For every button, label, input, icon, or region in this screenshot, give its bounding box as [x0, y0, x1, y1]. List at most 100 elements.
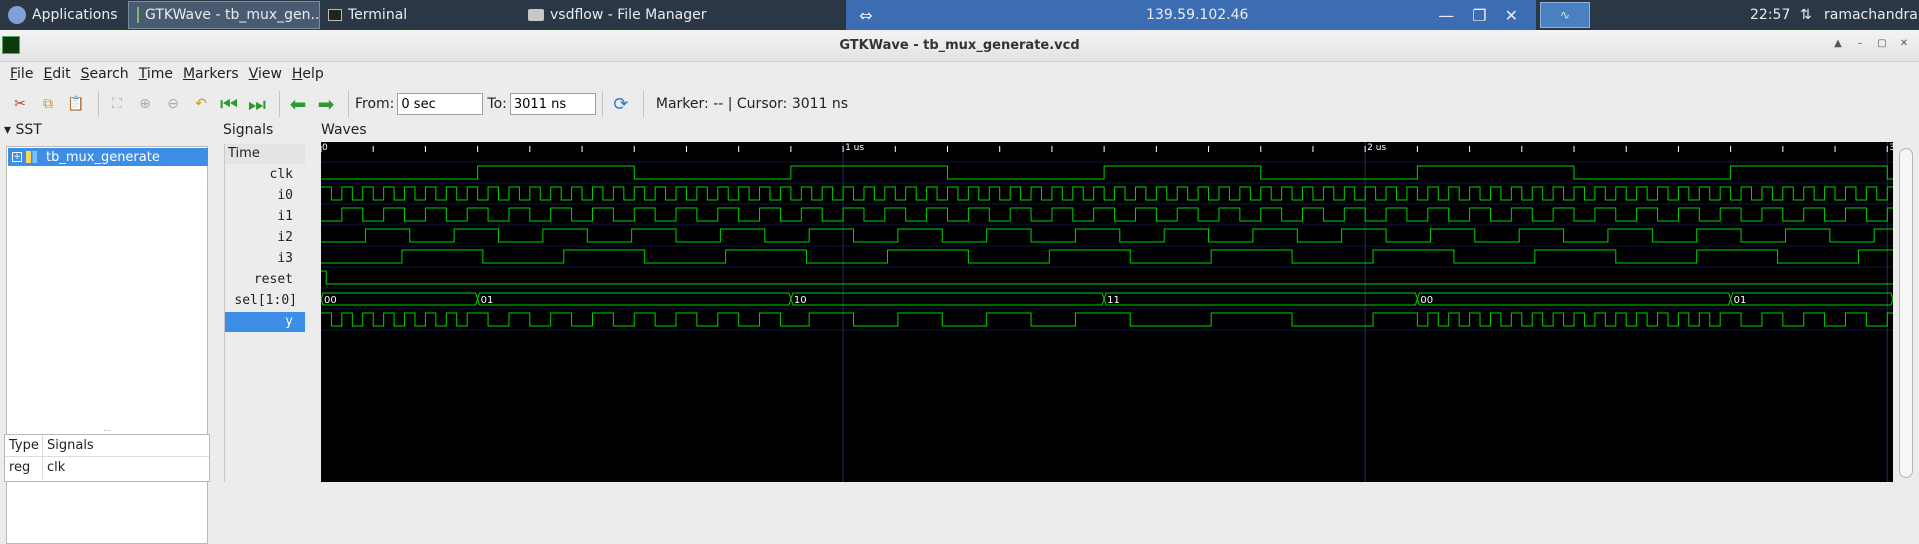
column-header-signals[interactable]: Signals: [43, 435, 94, 456]
waveform-canvas[interactable]: 01 us2 us3 us000110110001: [320, 142, 1909, 482]
zoom-out-icon[interactable]: ⊖: [161, 92, 185, 116]
window-titlebar: GTKWave - tb_mux_generate.vcd ▲ – ▢ ✕: [0, 30, 1919, 62]
signal-row-y[interactable]: y: [225, 312, 305, 332]
menu-time[interactable]: Time: [139, 66, 183, 82]
applications-icon: [8, 6, 26, 24]
table-header: Type Signals: [5, 435, 209, 457]
signal-label: reset: [253, 272, 293, 287]
expand-icon[interactable]: +: [12, 152, 22, 162]
minimize-icon[interactable]: –: [1851, 38, 1869, 52]
sst-panel: ▾ SST + tb_mux_generate ⋯ Type Signals r…: [0, 122, 216, 544]
wave-clk: [321, 165, 1893, 180]
toolbar-separator: [601, 91, 603, 117]
marker-cursor-readout: Marker: -- | Cursor: 3011 ns: [655, 96, 849, 112]
signal-row-i3[interactable]: i3: [225, 249, 305, 269]
bus-value-label: 11: [1107, 295, 1120, 306]
column-header-type[interactable]: Type: [5, 435, 43, 456]
menu-file[interactable]: File: [10, 66, 43, 82]
maximize-icon[interactable]: ▢: [1873, 38, 1891, 52]
taskbar-gtkwave-button[interactable]: GTKWave - tb_mux_gen...: [128, 1, 320, 29]
copy-icon[interactable]: ⧉: [36, 92, 60, 116]
zoom-to-start-icon[interactable]: ⏮: [217, 92, 241, 116]
close-icon[interactable]: ✕: [1505, 6, 1518, 25]
taskbar-filemanager-button[interactable]: vsdflow - File Manager: [520, 0, 840, 30]
toolbar-separator: [348, 91, 349, 117]
menu-help[interactable]: Help: [292, 66, 334, 82]
time-ruler: [321, 142, 1893, 152]
wave-i1: [321, 207, 1893, 222]
bus-segment: [1416, 292, 1732, 306]
menu-markers[interactable]: Markers: [183, 66, 249, 82]
arrow-up-icon[interactable]: ▲: [1829, 38, 1847, 52]
zoom-fit-icon[interactable]: ⛶: [105, 92, 129, 116]
system-taskbar: Applications GTKWave - tb_mux_gen... Ter…: [0, 0, 1919, 30]
taskbar-filemanager-label: vsdflow - File Manager: [550, 7, 707, 23]
minimize-icon[interactable]: —: [1438, 6, 1454, 25]
paste-icon[interactable]: 📋: [64, 92, 88, 116]
reload-icon[interactable]: ⟳: [609, 92, 633, 116]
sst-header[interactable]: ▾ SST: [4, 122, 42, 138]
signal-row-reset[interactable]: reset: [225, 270, 305, 290]
from-time-input[interactable]: [397, 93, 484, 115]
find-previous-edge-icon[interactable]: ⬅: [286, 92, 310, 116]
cell-type: reg: [5, 457, 43, 479]
signal-row-i1[interactable]: i1: [225, 207, 305, 227]
menu-view[interactable]: View: [249, 66, 292, 82]
terminal-icon: [328, 9, 342, 21]
bus-value-label: 00: [1420, 295, 1433, 306]
ruler-label: 2 us: [1367, 143, 1386, 153]
pin-icon[interactable]: ⇔: [846, 6, 886, 25]
signal-list: Time clk i0 i1 i2 i3 reset sel[1:0] y: [224, 144, 305, 482]
tray-gtkwave-icon[interactable]: ∿: [1540, 2, 1590, 28]
cut-icon[interactable]: ✂: [8, 92, 32, 116]
hierarchy-tree[interactable]: + tb_mux_generate: [6, 146, 208, 544]
signal-row-sel[interactable]: sel[1:0]: [225, 291, 305, 311]
remote-session-bar: ⇔ 139.59.102.46 — ❐ ✕: [846, 0, 1536, 30]
bus-segment: [1730, 292, 1894, 306]
bus-segment: [790, 292, 1105, 306]
folder-icon: [528, 9, 544, 21]
menubar: File Edit Search Time Markers View Help: [0, 62, 1919, 86]
menu-search[interactable]: Search: [81, 66, 139, 82]
remote-window-controls: — ❐ ✕: [1438, 6, 1536, 25]
signal-row-clk[interactable]: clk: [225, 165, 305, 185]
to-time-input[interactable]: [509, 93, 596, 115]
undo-zoom-icon[interactable]: ↶: [189, 92, 213, 116]
close-icon[interactable]: ✕: [1895, 38, 1913, 52]
pane-splitter-handle[interactable]: ⋯: [6, 426, 208, 435]
menu-edit[interactable]: Edit: [43, 66, 80, 82]
taskbar-terminal-button[interactable]: Terminal: [320, 0, 520, 30]
applications-menu-button[interactable]: Applications: [0, 0, 128, 30]
ruler-label: 0: [322, 143, 328, 153]
tree-item-tb-mux-generate[interactable]: + tb_mux_generate: [8, 148, 208, 166]
restore-icon[interactable]: ❐: [1472, 6, 1486, 25]
signal-label: i0: [277, 188, 293, 203]
wave-i2: [321, 228, 1893, 243]
signal-row-i2[interactable]: i2: [225, 228, 305, 248]
scrollbar-thumb[interactable]: [1899, 148, 1913, 478]
toolbar-separator: [642, 91, 644, 117]
vertical-scrollbar[interactable]: [1893, 142, 1919, 482]
table-row[interactable]: reg clk: [5, 457, 209, 479]
applications-label: Applications: [32, 7, 118, 23]
find-next-edge-icon[interactable]: ➡: [314, 92, 338, 116]
cell-signal: clk: [47, 460, 66, 475]
waves-panel: Waves 01 us2 us3 us000110110001: [318, 122, 1919, 482]
user-menu[interactable]: ramachandran: [1824, 7, 1919, 23]
bus-value-label: 01: [481, 295, 494, 306]
signal-row-i0[interactable]: i0: [225, 186, 305, 206]
signal-row-time: Time: [225, 144, 305, 164]
bus-value-label: 01: [1734, 295, 1747, 306]
bus-segment: [1103, 292, 1418, 306]
zoom-to-end-icon[interactable]: ⏭: [245, 92, 269, 116]
waveform-svg[interactable]: 01 us2 us3 us000110110001: [320, 142, 1909, 482]
wave-i0: [321, 186, 1893, 201]
zoom-in-icon[interactable]: ⊕: [133, 92, 157, 116]
toolbar: ✂ ⧉ 📋 ⛶ ⊕ ⊖ ↶ ⏮ ⏭ ⬅ ➡ From: To: ⟳ Marker…: [0, 86, 1919, 122]
module-icon: [26, 151, 42, 163]
tree-item-label: tb_mux_generate: [46, 149, 160, 165]
network-icon[interactable]: ⇅: [1800, 7, 1812, 23]
to-label: To:: [487, 96, 507, 112]
bus-value-label: 00: [324, 295, 337, 306]
signal-label: Time: [228, 146, 260, 161]
